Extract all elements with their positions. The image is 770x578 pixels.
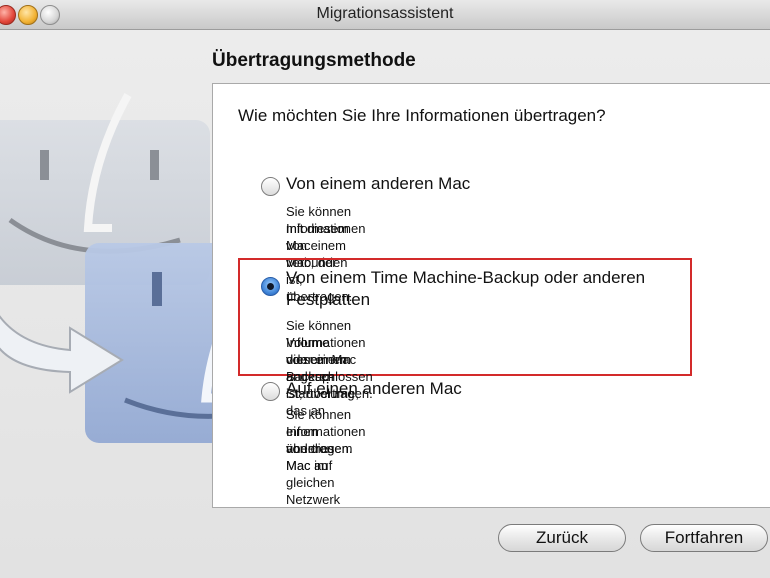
radio-from-time-machine-backup[interactable] xyxy=(261,277,280,296)
radio-from-another-mac[interactable] xyxy=(261,177,280,196)
option-description-line-3: übertragen. xyxy=(286,441,353,456)
radio-to-another-mac[interactable] xyxy=(261,382,280,401)
title-bar: Migrationsassistent xyxy=(0,0,770,30)
option-description-line-2: einen anderen Mac im gleichen Netzwerk xyxy=(286,424,341,507)
continue-button[interactable]: Fortfahren xyxy=(640,524,768,552)
window-title: Migrationsassistent xyxy=(316,5,454,22)
back-button[interactable]: Zurück xyxy=(498,524,626,552)
question-label: Wie möchten Sie Ihre Informationen übert… xyxy=(238,106,606,125)
section-title: Übertragungsmethode xyxy=(212,50,416,71)
option-label-line-2[interactable]: Festplatten xyxy=(286,289,370,311)
option-label[interactable]: Von einem anderen Mac xyxy=(286,173,470,195)
option-label-line-1[interactable]: Von einem Time Machine-Backup oder ander… xyxy=(286,267,645,289)
option-label[interactable]: Auf einen anderen Mac xyxy=(286,378,462,400)
